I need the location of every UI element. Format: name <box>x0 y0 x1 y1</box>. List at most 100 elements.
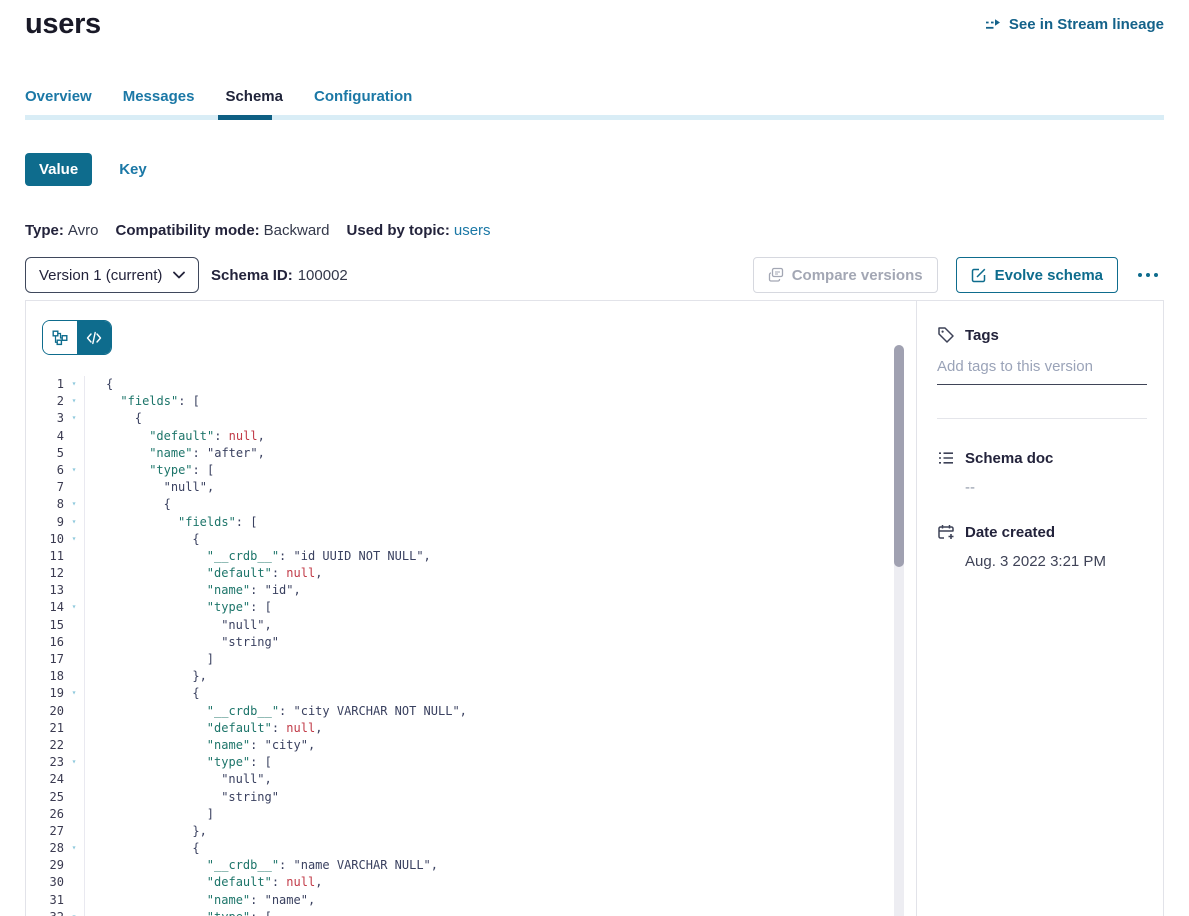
tab-schema[interactable]: Schema <box>225 88 283 115</box>
code-text: }, <box>85 668 207 685</box>
gutter-cell: ▾ <box>64 393 85 410</box>
tab-overview[interactable]: Overview <box>25 88 92 115</box>
collapse-arrow-icon[interactable]: ▾ <box>72 517 77 526</box>
tab-messages[interactable]: Messages <box>123 88 195 115</box>
code-text: "name": "name", <box>85 892 315 909</box>
code-line: 27}, <box>26 823 916 840</box>
code-line: 2▾"fields": [ <box>26 393 916 410</box>
key-toggle-button[interactable]: Key <box>119 161 147 178</box>
code-text: }, <box>85 823 207 840</box>
line-number: 18 <box>26 668 64 685</box>
code-line: 28▾{ <box>26 840 916 857</box>
tags-section-header: Tags <box>937 326 1147 344</box>
line-number: 25 <box>26 789 64 806</box>
code-text: "name": "city", <box>85 737 315 754</box>
stream-lineage-label: See in Stream lineage <box>1009 16 1164 33</box>
gutter-cell: ▾ <box>64 376 85 393</box>
gutter-cell <box>64 634 85 651</box>
collapse-arrow-icon[interactable]: ▾ <box>72 465 77 474</box>
line-number: 5 <box>26 445 64 462</box>
version-select[interactable]: Version 1 (current) <box>25 257 199 293</box>
schema-meta: Type:Avro Compatibility mode:Backward Us… <box>25 222 1164 239</box>
topic-link[interactable]: users <box>454 222 491 239</box>
stream-lineage-icon <box>985 18 1002 32</box>
chevron-down-icon <box>173 271 185 279</box>
tags-input[interactable] <box>937 358 1147 385</box>
line-number: 10 <box>26 531 64 548</box>
gutter-cell <box>64 445 85 462</box>
gutter-cell: ▾ <box>64 599 85 616</box>
line-number: 11 <box>26 548 64 565</box>
tag-icon <box>937 326 955 344</box>
gutter-cell <box>64 582 85 599</box>
gutter-cell: ▾ <box>64 496 85 513</box>
tab-configuration[interactable]: Configuration <box>314 88 412 115</box>
code-line: 5 "name": "after", <box>26 445 916 462</box>
collapse-arrow-icon[interactable]: ▾ <box>72 912 77 916</box>
compare-icon <box>768 267 784 283</box>
code-scrollbar-track[interactable] <box>894 345 904 916</box>
code-scrollbar-thumb[interactable] <box>894 345 904 567</box>
line-number: 3 <box>26 410 64 427</box>
line-number: 7 <box>26 479 64 496</box>
code-line: 12"default": null, <box>26 565 916 582</box>
line-number: 9 <box>26 514 64 531</box>
code-line: 14▾"type": [ <box>26 599 916 616</box>
schema-id: Schema ID:100002 <box>211 267 348 284</box>
code-text: "default": null, <box>85 720 322 737</box>
line-number: 19 <box>26 685 64 702</box>
code-text: "__crdb__": "id UUID NOT NULL", <box>85 548 431 565</box>
code-text: "default": null, <box>85 874 322 891</box>
collapse-arrow-icon[interactable]: ▾ <box>72 757 77 766</box>
tree-view-button[interactable] <box>43 321 77 354</box>
line-number: 26 <box>26 806 64 823</box>
code-text: { <box>85 376 113 393</box>
gutter-cell: ▾ <box>64 754 85 771</box>
tab-underline-track <box>25 115 1164 120</box>
code-line: 9▾"fields": [ <box>26 514 916 531</box>
collapse-arrow-icon[interactable]: ▾ <box>72 843 77 852</box>
collapse-arrow-icon[interactable]: ▾ <box>72 379 77 388</box>
evolve-schema-button[interactable]: Evolve schema <box>956 257 1118 293</box>
page-header: users See in Stream lineage <box>25 0 1164 41</box>
line-number: 20 <box>26 703 64 720</box>
edit-icon <box>971 267 987 283</box>
code-line: 25"string" <box>26 789 916 806</box>
code-line: 10▾{ <box>26 531 916 548</box>
gutter-cell <box>64 651 85 668</box>
line-number: 29 <box>26 857 64 874</box>
value-toggle-button[interactable]: Value <box>25 153 92 186</box>
code-text: "name": "id", <box>85 582 301 599</box>
collapse-arrow-icon[interactable]: ▾ <box>72 602 77 611</box>
code-text: "null", <box>85 479 214 496</box>
compare-versions-button[interactable]: Compare versions <box>753 257 938 293</box>
code-text: "name": "after", <box>85 445 265 462</box>
collapse-arrow-icon[interactable]: ▾ <box>72 499 77 508</box>
code-line: 32▾"type": [ <box>26 909 916 916</box>
code-line: 31"name": "name", <box>26 892 916 909</box>
active-tab-indicator <box>218 115 272 120</box>
calendar-add-icon <box>937 523 955 541</box>
code-view-button[interactable] <box>77 321 111 354</box>
code-line: 17] <box>26 651 916 668</box>
line-number: 15 <box>26 617 64 634</box>
code-line: 22"name": "city", <box>26 737 916 754</box>
code-text: { <box>85 685 200 702</box>
stream-lineage-link[interactable]: See in Stream lineage <box>985 16 1164 33</box>
collapse-arrow-icon[interactable]: ▾ <box>72 688 77 697</box>
schema-doc-value: -- <box>965 479 1147 496</box>
code-text: "__crdb__": "city VARCHAR NOT NULL", <box>85 703 467 720</box>
gutter-cell <box>64 703 85 720</box>
collapse-arrow-icon[interactable]: ▾ <box>72 534 77 543</box>
code-line: 18}, <box>26 668 916 685</box>
collapse-arrow-icon[interactable]: ▾ <box>72 413 77 422</box>
tree-view-icon <box>52 330 68 346</box>
code-line: 26] <box>26 806 916 823</box>
schema-json-viewer: 1▾{2▾"fields": [3▾{4"default": null,5"na… <box>26 376 916 916</box>
line-number: 8 <box>26 496 64 513</box>
more-options-button[interactable] <box>1132 267 1164 283</box>
collapse-arrow-icon[interactable]: ▾ <box>72 396 77 405</box>
line-number: 21 <box>26 720 64 737</box>
meta-topic: Used by topic:users <box>347 222 491 239</box>
meta-type: Type:Avro <box>25 222 98 239</box>
